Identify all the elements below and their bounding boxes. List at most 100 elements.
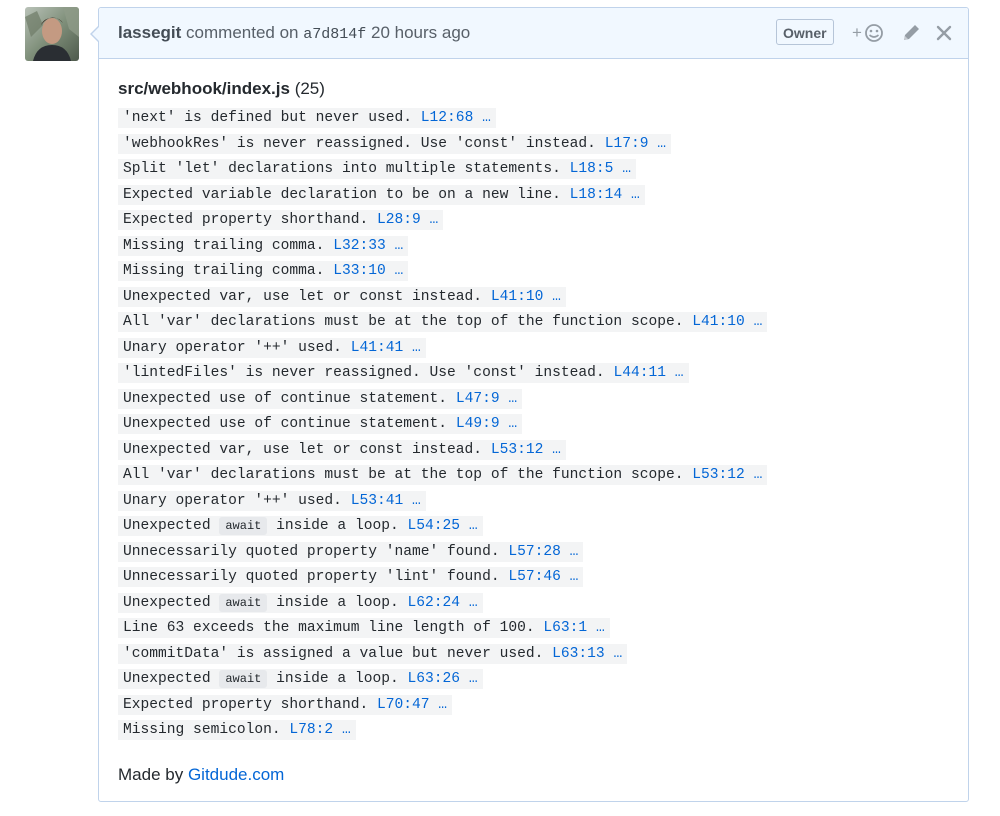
lint-message-code: 'lintedFiles' is never reassigned. Use '… <box>118 363 689 383</box>
expand-ellipsis[interactable]: … <box>570 569 579 585</box>
line-location-link[interactable]: L49:9 <box>456 416 500 432</box>
lint-message: Missing trailing comma. L33:10 … <box>118 257 949 283</box>
author-link[interactable]: lassegit <box>118 23 181 42</box>
expand-ellipsis[interactable]: … <box>469 518 478 534</box>
lint-message-text-suffix: inside a loop. <box>276 671 399 687</box>
line-location-link[interactable]: L47:9 <box>456 391 500 407</box>
edit-comment-button[interactable] <box>900 22 922 44</box>
expand-ellipsis[interactable]: … <box>508 416 517 432</box>
lint-message-code: Unary operator '++' used. L41:41 … <box>118 337 426 358</box>
line-location-link[interactable]: L57:46 <box>508 569 561 585</box>
lint-message-text: Missing semicolon. <box>123 722 281 738</box>
gitdude-link[interactable]: Gitdude.com <box>188 765 284 784</box>
line-location-link[interactable]: L63:13 <box>552 646 605 662</box>
commit-comment: lassegit commented on a7d814f 20 hours a… <box>90 7 969 802</box>
lint-message: Unexpected await inside a loop. L63:26 … <box>118 665 949 691</box>
inline-code-keyword: await <box>219 517 268 535</box>
expand-ellipsis[interactable]: … <box>754 314 763 330</box>
lint-message-text: Missing trailing comma. <box>123 263 325 279</box>
add-reaction-button[interactable]: + <box>852 22 888 44</box>
expand-ellipsis[interactable]: … <box>469 595 478 611</box>
line-location-link[interactable]: L17:9 <box>605 136 649 152</box>
line-location-link[interactable]: L44:11 <box>613 365 666 381</box>
lint-message-code: Expected property shorthand. L70:47 … <box>118 694 453 715</box>
line-location-link[interactable]: L53:41 <box>351 493 404 509</box>
lint-message-code: Line 63 exceeds the maximum line length … <box>118 618 610 638</box>
expand-ellipsis[interactable]: … <box>622 161 631 177</box>
line-location-link[interactable]: L62:24 <box>408 595 461 611</box>
line-location-link[interactable]: L63:26 <box>408 671 461 687</box>
expand-ellipsis[interactable]: … <box>631 187 640 203</box>
line-location-link[interactable]: L54:25 <box>408 518 461 534</box>
expand-ellipsis[interactable]: … <box>675 365 684 381</box>
inline-code-keyword: await <box>219 670 268 688</box>
expand-ellipsis[interactable]: … <box>552 442 561 458</box>
line-location-link[interactable]: L12:68 <box>421 110 474 126</box>
issue-count: (25) <box>294 79 325 98</box>
commit-sha-link[interactable]: a7d814f <box>303 26 366 43</box>
line-location-link[interactable]: L32:33 <box>333 238 386 254</box>
lint-message: Unnecessarily quoted property 'name' fou… <box>118 538 949 564</box>
line-location-link[interactable]: L33:10 <box>333 263 386 279</box>
expand-ellipsis[interactable]: … <box>570 544 579 560</box>
comment-header-text: lassegit commented on a7d814f 20 hours a… <box>118 23 470 43</box>
expand-ellipsis[interactable]: … <box>482 110 491 126</box>
lint-message-code: 'next' is defined but never used. L12:68… <box>118 108 496 128</box>
lint-message-code: Unexpected use of continue statement. L4… <box>118 414 523 434</box>
lint-message-text: Expected property shorthand. <box>123 212 369 228</box>
lint-message-code: Expected variable declaration to be on a… <box>118 184 645 205</box>
avatar[interactable] <box>25 7 79 61</box>
lint-message-text-suffix: inside a loop. <box>276 518 399 534</box>
line-location-link[interactable]: L28:9 <box>377 212 421 228</box>
file-path: src/webhook/index.js <box>118 79 290 98</box>
expand-ellipsis[interactable]: … <box>469 671 478 687</box>
lint-message-code: All 'var' declarations must be at the to… <box>118 312 768 332</box>
expand-ellipsis[interactable]: … <box>508 391 517 407</box>
expand-ellipsis[interactable]: … <box>412 493 421 509</box>
expand-ellipsis[interactable]: … <box>754 467 763 483</box>
expand-ellipsis[interactable]: … <box>596 620 605 636</box>
lint-message-text: Unnecessarily quoted property 'lint' fou… <box>123 569 500 585</box>
expand-ellipsis[interactable]: … <box>430 212 439 228</box>
line-location-link[interactable]: L41:10 <box>491 289 544 305</box>
lint-message-text: Expected property shorthand. <box>123 696 369 713</box>
expand-ellipsis[interactable]: … <box>613 646 622 662</box>
lint-message: 'lintedFiles' is never reassigned. Use '… <box>118 359 949 385</box>
lint-message-code: 'commitData' is assigned a value but nev… <box>118 643 628 664</box>
expand-ellipsis[interactable]: … <box>552 289 561 305</box>
lint-message: Unary operator '++' used. L41:41 … <box>118 334 949 360</box>
line-location-link[interactable]: L63:1 <box>543 620 587 636</box>
avatar-image <box>25 7 79 61</box>
file-heading: src/webhook/index.js (25) <box>118 79 949 99</box>
line-location-link[interactable]: L53:12 <box>491 442 544 458</box>
inline-code-keyword: await <box>219 593 268 612</box>
lint-message-code: Unexpected var, use let or const instead… <box>118 439 566 460</box>
lint-message: All 'var' declarations must be at the to… <box>118 461 949 487</box>
line-location-link[interactable]: L53:12 <box>692 467 745 483</box>
line-location-link[interactable]: L41:10 <box>692 314 745 330</box>
lint-message-text: Expected variable declaration to be on a… <box>123 186 561 203</box>
footer-prefix: Made by <box>118 764 184 784</box>
lint-message-text: Unexpected <box>123 594 211 611</box>
line-location-link[interactable]: L18:5 <box>570 161 614 177</box>
lint-message: Missing trailing comma. L32:33 … <box>118 232 949 258</box>
expand-ellipsis[interactable]: … <box>342 722 351 738</box>
line-location-link[interactable]: L70:47 <box>377 697 430 713</box>
line-location-link[interactable]: L18:14 <box>570 187 623 203</box>
line-location-link[interactable]: L57:28 <box>508 544 561 560</box>
delete-comment-button[interactable] <box>933 22 955 44</box>
lint-message: All 'var' declarations must be at the to… <box>118 308 949 334</box>
comment-timestamp[interactable]: 20 hours ago <box>371 23 470 42</box>
comment-header: lassegit commented on a7d814f 20 hours a… <box>99 8 968 59</box>
line-location-link[interactable]: L41:41 <box>351 340 404 356</box>
lint-message-code: Unnecessarily quoted property 'lint' fou… <box>118 567 584 587</box>
lint-message: Unnecessarily quoted property 'lint' fou… <box>118 563 949 589</box>
expand-ellipsis[interactable]: … <box>395 238 404 254</box>
expand-ellipsis[interactable]: … <box>395 263 404 279</box>
line-location-link[interactable]: L78:2 <box>289 722 333 738</box>
expand-ellipsis[interactable]: … <box>438 697 447 713</box>
expand-ellipsis[interactable]: … <box>412 340 421 356</box>
expand-ellipsis[interactable]: … <box>657 136 666 152</box>
lint-message-text: Unary operator '++' used. <box>123 339 342 356</box>
lint-message-text: Missing trailing comma. <box>123 237 325 254</box>
